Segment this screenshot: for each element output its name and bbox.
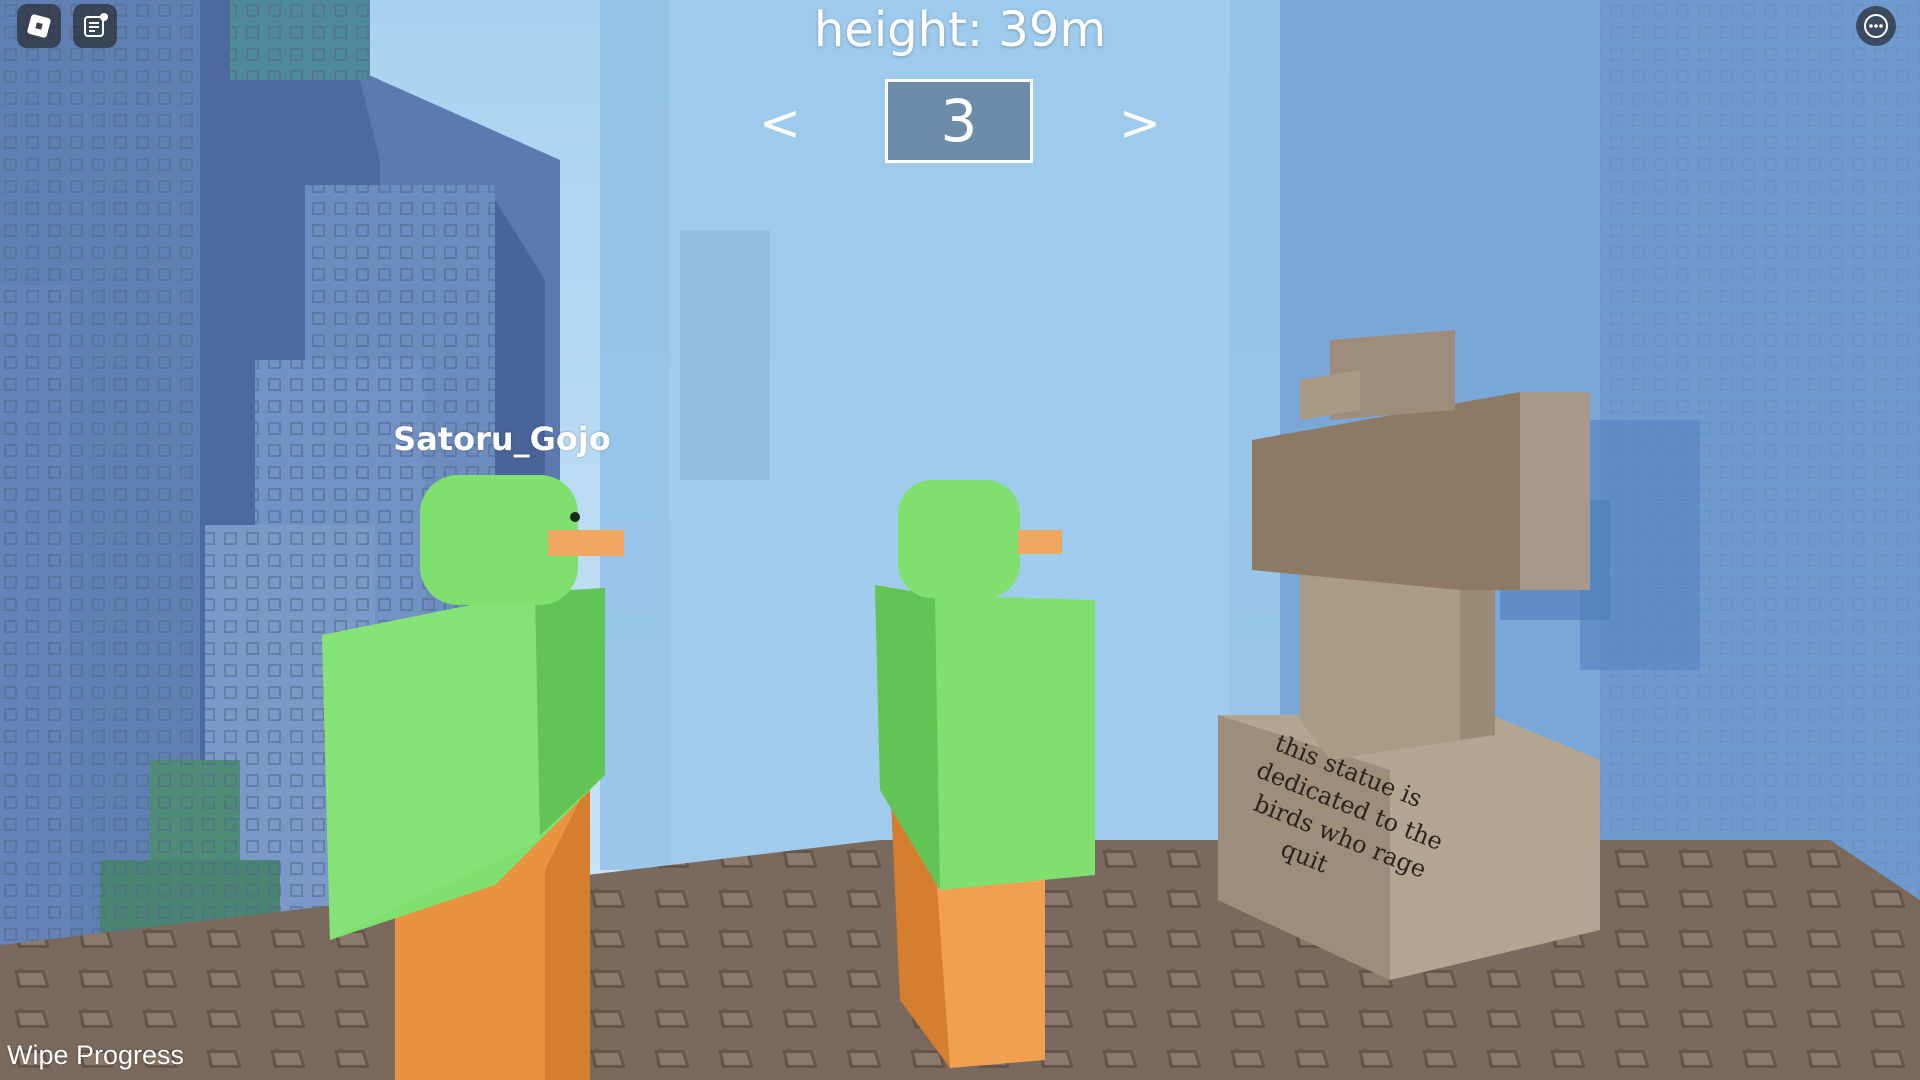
next-level-button[interactable]: > (1100, 88, 1180, 158)
level-number-box: 3 (885, 79, 1033, 163)
player-nametag: Satoru_Gojo (393, 420, 611, 458)
height-display: height: 39m (813, 2, 1107, 58)
previous-level-button[interactable]: < (740, 88, 820, 158)
wipe-progress-button[interactable]: Wipe Progress (7, 1040, 184, 1071)
